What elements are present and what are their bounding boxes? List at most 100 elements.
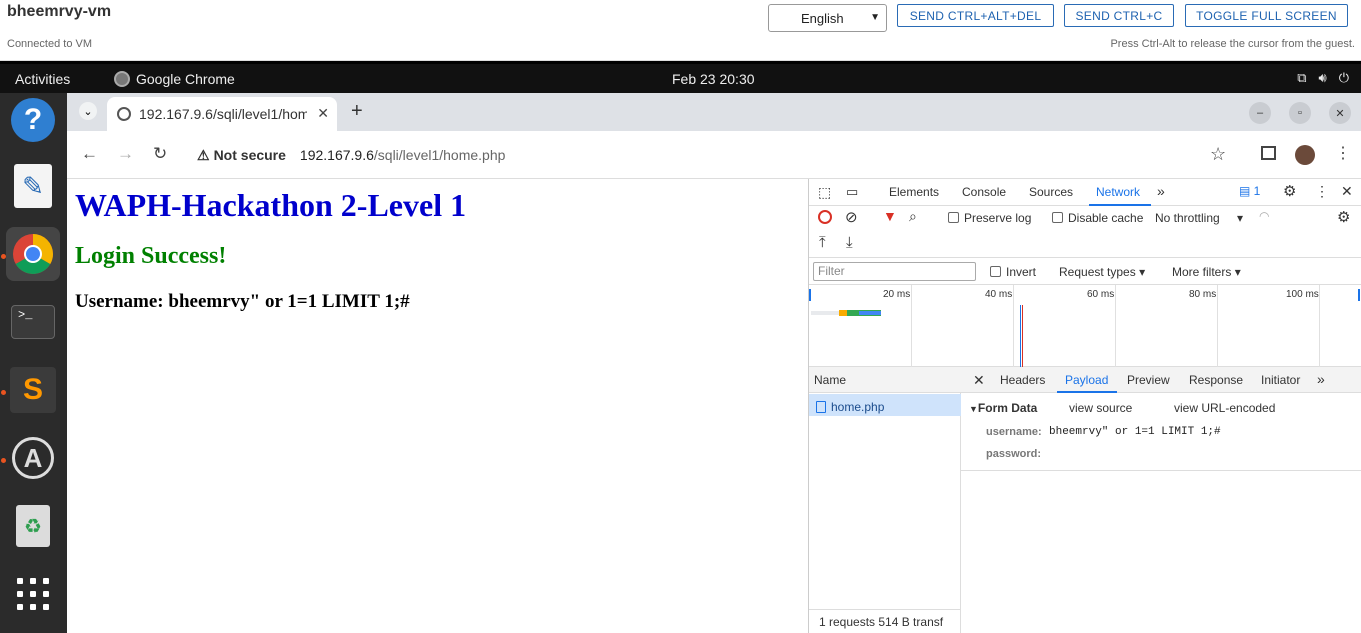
request-row[interactable]: home.php [809,394,961,416]
back-button[interactable]: ← [81,144,98,164]
request-detail: ✕ Headers Payload Preview Response Initi… [961,367,1361,633]
dock-software-updater[interactable]: A [6,431,60,485]
network-conditions-icon[interactable]: ◠ [1259,209,1269,223]
device-toolbar-icon[interactable]: ▭ [846,184,858,200]
clear-icon[interactable]: ⊘ [845,208,858,226]
dock-sublime[interactable]: S [6,363,60,417]
checkbox-icon [990,266,1001,277]
tab-search-button[interactable]: ⌄ [79,102,97,120]
invert-checkbox[interactable]: Invert [990,265,1036,279]
detail-tab-bar: ✕ Headers Payload Preview Response Initi… [961,367,1361,393]
timeline-tick: 100 ms [1286,289,1319,300]
preserve-log-checkbox[interactable]: Preserve log [948,211,1031,225]
tab-payload[interactable]: Payload [1065,373,1108,387]
close-detail-icon[interactable]: ✕ [973,372,985,389]
url-path: /sqli/level1/home.php [373,147,506,163]
address-bar[interactable]: ⚠ Not secure 192.167.9.6/sqli/level1/home… [187,138,1247,172]
security-chip[interactable]: ⚠ Not secure [197,147,286,164]
clock[interactable]: Feb 23 20:30 [672,71,755,87]
import-har-icon[interactable]: ⤒ [819,234,826,251]
chrome-menu-icon[interactable]: ⋮ [1335,143,1351,163]
app-menu[interactable]: Google Chrome [114,71,235,87]
app-grid-icon [17,578,49,610]
name-column-header[interactable]: Name [809,367,961,393]
tab-network[interactable]: Network [1096,185,1140,199]
devtools-panel: ⬚ ▭ Elements Console Sources Network » ▤… [808,179,1361,633]
timeline-handle-right[interactable] [1358,289,1360,301]
issues-badge[interactable]: ▤ 1 [1239,184,1260,198]
more-detail-tabs-icon[interactable]: » [1317,371,1325,387]
system-tray[interactable]: ⧉ 🔊︎ ⏻ [1297,70,1349,86]
network-settings-icon[interactable]: ⚙ [1337,208,1350,226]
close-devtools-icon[interactable]: ✕ [1341,183,1353,200]
timeline-tick: 40 ms [985,289,1013,300]
forward-button[interactable]: → [117,144,134,164]
maximize-button[interactable]: ▫ [1289,102,1311,124]
request-types-dropdown[interactable]: Request types ▾ [1059,265,1145,279]
vm-console-bar: bheemrvy-vm Connected to VM English ▼ SEN… [0,0,1361,61]
keyboard-language-select[interactable]: English ▼ [768,4,887,32]
invert-label: Invert [1006,265,1037,279]
form-data-section: ▼Form Data view source view URL-encoded … [961,393,1361,471]
form-data-label: Form Data [977,401,1038,415]
devtools-menu-icon[interactable]: ⋮ [1315,183,1329,200]
dropdown-arrow-icon: ▾ [1237,211,1244,225]
more-tabs-icon[interactable]: » [1157,183,1165,199]
timeline-handle-left[interactable] [809,289,811,301]
dock-help[interactable]: ? [6,93,60,147]
close-tab-icon[interactable]: ✕ [317,105,329,122]
tab-response[interactable]: Response [1189,373,1243,387]
record-stop-icon[interactable] [818,210,832,224]
close-window-button[interactable]: ✕ [1329,102,1351,124]
tab-headers[interactable]: Headers [1000,373,1045,387]
bookmark-star-icon[interactable]: ☆ [1210,144,1226,165]
tab-console[interactable]: Console [962,185,1006,199]
new-tab-button[interactable]: + [351,100,363,123]
settings-gear-icon[interactable]: ⚙ [1283,182,1296,200]
filter-input[interactable]: Filter [813,262,976,281]
filter-icon[interactable]: ▼ [883,208,897,224]
tab-preview[interactable]: Preview [1127,373,1170,387]
view-url-encoded-link[interactable]: view URL-encoded [1174,401,1275,415]
form-data-toggle[interactable]: ▼Form Data [969,401,1037,415]
disable-cache-checkbox[interactable]: Disable cache [1052,211,1143,225]
chrome-window: ⌄ 192.167.9.6/sqli/level1/home.php ✕ + –… [67,93,1361,633]
tab-initiator[interactable]: Initiator [1261,373,1300,387]
dock-app-grid[interactable] [6,567,60,621]
tab-elements[interactable]: Elements [889,185,939,199]
language-value: English [801,10,844,26]
toggle-fullscreen-button[interactable]: TOGGLE FULL SCREEN [1185,4,1348,27]
username-value: bheemrvy" or 1=1 LIMIT 1;# [1049,426,1221,438]
side-panel-icon[interactable] [1261,146,1276,160]
browser-tab[interactable]: 192.167.9.6/sqli/level1/home.php ✕ [107,97,337,131]
dock-chrome[interactable] [6,227,60,281]
more-filters-dropdown[interactable]: More filters ▾ [1172,265,1241,279]
page-title: WAPH-Hackathon 2-Level 1 [75,187,467,223]
request-types-label: Request types [1059,265,1136,279]
inspect-element-icon[interactable]: ⬚ [818,184,831,201]
network-toolbar: ⊘ ▼ ⌕ Preserve log Disable cache No thro… [809,206,1361,232]
import-export-row: ⤒ ⤓ [809,232,1361,258]
username-line: Username: bheemrvy" or 1=1 LIMIT 1;# [75,291,410,312]
export-har-icon[interactable]: ⤓ [846,234,853,251]
send-ctrl-alt-del-button[interactable]: SEND CTRL+ALT+DEL [897,4,1054,27]
dock-text-editor[interactable]: ✎ [6,159,60,213]
view-source-link[interactable]: view source [1069,401,1132,415]
network-timeline[interactable]: 20 ms 40 ms 60 ms 80 ms 100 ms [809,285,1361,367]
throttling-select[interactable]: No throttling ▾ [1155,211,1243,225]
tab-sources[interactable]: Sources [1029,185,1073,199]
trash-icon: ♻ [16,505,50,547]
search-icon[interactable]: ⌕ [909,208,917,225]
timeline-tick: 80 ms [1189,289,1217,300]
throttling-value: No throttling [1155,211,1220,225]
send-ctrl-c-button[interactable]: SEND CTRL+C [1064,4,1174,27]
minimize-button[interactable]: – [1249,102,1271,124]
profile-avatar[interactable] [1295,145,1315,165]
activities-button[interactable]: Activities [15,71,70,87]
dropdown-arrow-icon: ▾ [1234,265,1241,279]
timeline-gridline [1217,285,1218,367]
more-filters-label: More filters [1172,265,1232,279]
reload-button[interactable]: ↻ [153,144,167,164]
dock-terminal[interactable]: >_ [6,295,60,349]
dock-trash[interactable]: ♻ [6,499,60,553]
